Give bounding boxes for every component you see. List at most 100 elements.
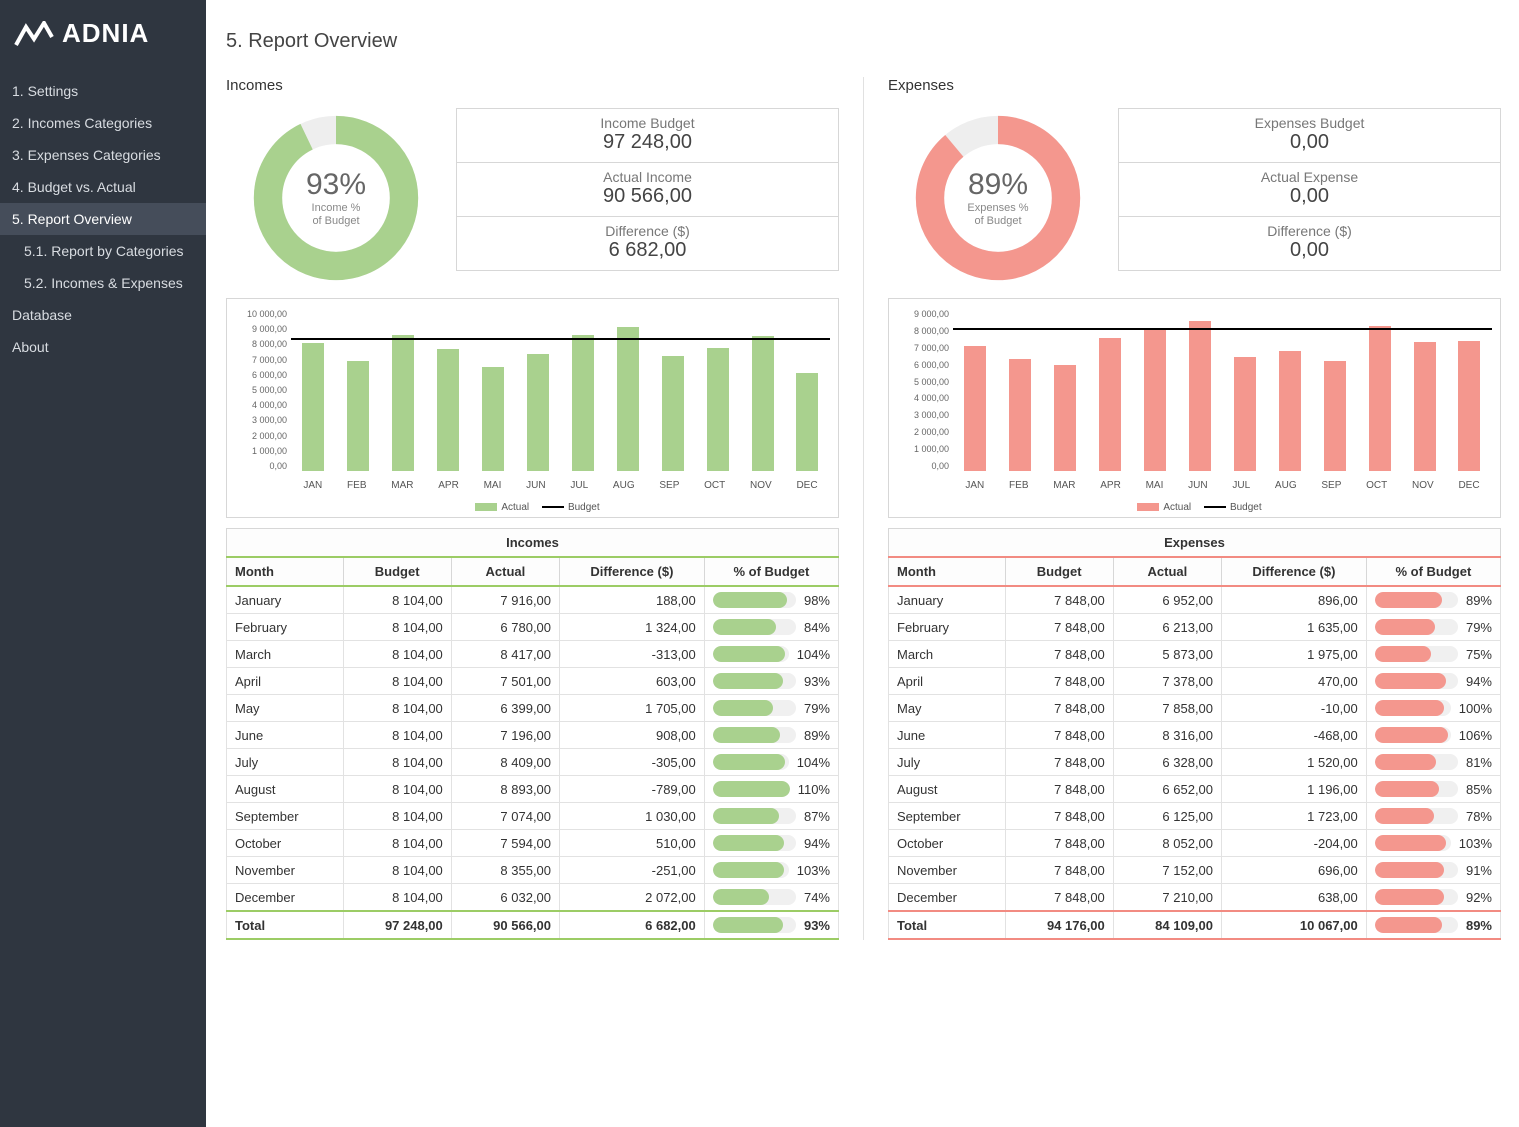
sidebar-item[interactable]: About [0,331,206,363]
table-row: October7 848,008 052,00-204,00103% [889,830,1501,857]
cell-month: October [889,830,1006,857]
x-tick-label: MAI [1146,480,1164,491]
cell-budget: 7 848,00 [1005,614,1113,641]
sidebar-item[interactable]: 3. Expenses Categories [0,139,206,171]
x-tick-label: JUL [570,480,588,491]
actual-income-value: 90 566,00 [457,185,838,208]
sidebar-item[interactable]: 1. Settings [0,75,206,107]
y-tick-label: 5 000,00 [231,385,287,395]
sidebar-item[interactable]: 5.2. Incomes & Expenses [0,267,206,299]
cell-total-label: Total [227,911,344,939]
expenses-donut: 89% Expenses % of Budget [888,108,1108,288]
y-tick-label: 3 000,00 [231,415,287,425]
bar [1369,326,1391,471]
cell-budget: 7 848,00 [1005,830,1113,857]
expenses-donut-sub1: Expenses % [967,202,1028,215]
x-tick-label: NOV [750,480,772,491]
y-tick-label: 4 000,00 [231,400,287,410]
cell-pct: 84% [704,614,838,641]
legend-actual-label: Actual [501,502,529,513]
cell-diff: 188,00 [560,586,705,614]
legend-budget-label: Budget [1230,502,1262,513]
sidebar-item[interactable]: 4. Budget vs. Actual [0,171,206,203]
bar [617,327,639,471]
bar [1144,330,1166,471]
legend-actual-label: Actual [1163,502,1191,513]
sidebar-item[interactable]: 5. Report Overview [0,203,206,235]
cell-month: April [227,668,344,695]
legend-budget-swatch [542,506,564,508]
cell-actual: 8 316,00 [1113,722,1221,749]
bar [1234,357,1256,471]
incomes-donut-sub2: of Budget [306,215,366,228]
cell-diff: 603,00 [560,668,705,695]
y-tick-label: 0,00 [893,461,949,471]
y-tick-label: 1 000,00 [893,444,949,454]
cell-budget: 8 104,00 [343,857,451,884]
col-pct: % of Budget [704,557,838,586]
sidebar-item[interactable]: 2. Incomes Categories [0,107,206,139]
cell-diff: 1 324,00 [560,614,705,641]
cell-month: April [889,668,1006,695]
cell-diff: 1 635,00 [1222,614,1367,641]
legend-actual-swatch [1137,503,1159,511]
cell-month: August [227,776,344,803]
cell-actual: 7 210,00 [1113,884,1221,912]
sidebar-item[interactable]: 5.1. Report by Categories [0,235,206,267]
page-title: 5. Report Overview [226,30,1501,53]
cell-month: March [889,641,1006,668]
sidebar-item[interactable]: Database [0,299,206,331]
legend-actual-swatch [475,503,497,511]
cell-month: February [889,614,1006,641]
cell-diff: 1 705,00 [560,695,705,722]
col-month: Month [889,557,1006,586]
cell-actual: 6 032,00 [451,884,559,912]
cell-pct: 103% [1366,830,1500,857]
cell-pct: 93% [704,911,838,939]
cell-month: September [227,803,344,830]
cell-pct: 106% [1366,722,1500,749]
bar [1189,321,1211,471]
table-row: June8 104,007 196,00908,0089% [227,722,839,749]
cell-actual: 8 417,00 [451,641,559,668]
cell-budget: 8 104,00 [343,776,451,803]
x-tick-label: SEP [1321,480,1341,491]
cell-pct: 91% [1366,857,1500,884]
actual-expense-label: Actual Expense [1119,169,1500,185]
y-tick-label: 9 000,00 [893,309,949,319]
y-tick-label: 0,00 [231,461,287,471]
table-row: January7 848,006 952,00896,0089% [889,586,1501,614]
cell-actual: 6 399,00 [451,695,559,722]
cell-diff: 510,00 [560,830,705,857]
cell-diff: -10,00 [1222,695,1367,722]
cell-actual: 8 052,00 [1113,830,1221,857]
table-row: November8 104,008 355,00-251,00103% [227,857,839,884]
cell-budget: 8 104,00 [343,749,451,776]
cell-diff: 896,00 [1222,586,1367,614]
bar [302,343,324,471]
cell-actual: 8 409,00 [451,749,559,776]
cell-month: July [889,749,1006,776]
y-tick-label: 2 000,00 [893,427,949,437]
cell-diff: -305,00 [560,749,705,776]
x-tick-label: OCT [704,480,725,491]
cell-actual: 6 125,00 [1113,803,1221,830]
expenses-budget-value: 0,00 [1119,131,1500,154]
cell-pct: 103% [704,857,838,884]
table-row: August8 104,008 893,00-789,00110% [227,776,839,803]
cell-diff: -251,00 [560,857,705,884]
cell-budget: 7 848,00 [1005,722,1113,749]
brand-logo-icon [14,21,54,47]
bar [796,373,818,471]
table-row: July8 104,008 409,00-305,00104% [227,749,839,776]
col-diff: Difference ($) [560,557,705,586]
cell-budget: 7 848,00 [1005,641,1113,668]
table-row: March7 848,005 873,001 975,0075% [889,641,1501,668]
cell-diff: 1 030,00 [560,803,705,830]
x-tick-label: JUL [1232,480,1250,491]
cell-diff: -789,00 [560,776,705,803]
cell-pct: 74% [704,884,838,912]
cell-actual: 7 378,00 [1113,668,1221,695]
cell-pct: 89% [1366,586,1500,614]
table-total-row: Total97 248,0090 566,006 682,0093% [227,911,839,939]
